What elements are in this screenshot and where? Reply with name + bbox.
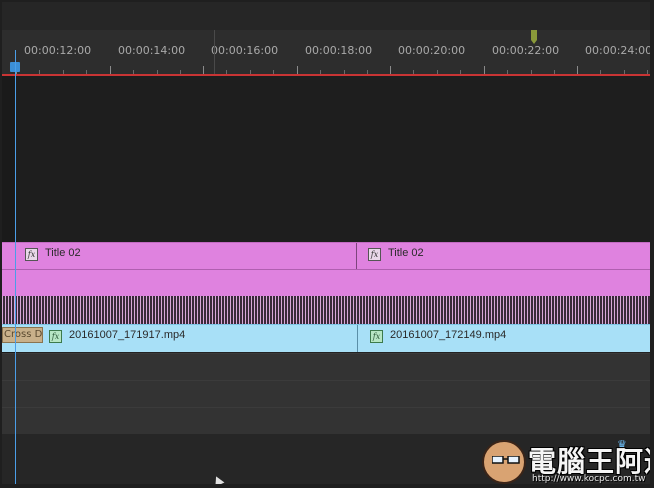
ruler-divider — [214, 30, 215, 76]
clip-edit-point[interactable] — [356, 243, 357, 270]
timecode-label: 00:00:14:00 — [118, 44, 186, 57]
clip-label: 20161007_172149.mp4 — [390, 329, 507, 341]
watermark-url: http://www.kocpc.com.tw — [532, 474, 646, 484]
playhead-line[interactable] — [15, 50, 16, 484]
timecode-label: 00:00:16:00 — [211, 44, 279, 57]
empty-track-area — [2, 76, 650, 242]
timecode-label: 00:00:12:00 — [24, 44, 92, 57]
timecode-label: 00:00:22:00 — [492, 44, 560, 57]
clip-edit-point[interactable] — [357, 325, 358, 352]
title-track[interactable]: fx Title 02 fx Title 02 — [2, 242, 650, 270]
fx-icon[interactable]: fx — [368, 248, 381, 261]
timeline-header-bar — [2, 2, 650, 31]
fx-icon[interactable]: fx — [25, 248, 38, 261]
ruler-tick-major — [390, 66, 391, 74]
ruler-tick-major — [203, 66, 204, 74]
ruler-tick-major — [484, 66, 485, 74]
empty-track[interactable] — [2, 380, 650, 407]
timecode-label: 00:00:18:00 — [305, 44, 373, 57]
fx-icon[interactable]: fx — [370, 330, 383, 343]
audio-waveform-track[interactable] — [2, 296, 650, 324]
ruler-tick-major — [297, 66, 298, 74]
empty-track[interactable] — [2, 407, 650, 434]
fx-icon[interactable]: fx — [49, 330, 62, 343]
empty-track[interactable] — [2, 353, 650, 380]
title-track-lower[interactable] — [2, 269, 650, 297]
transition-clip[interactable]: Cross D — [2, 327, 43, 343]
timecode-label: 00:00:20:00 — [398, 44, 466, 57]
glasses-icon — [492, 456, 520, 464]
timecode-label: 00:00:24:00 — [585, 44, 650, 57]
clip-label: Title 02 — [45, 247, 81, 259]
clip-label: Title 02 — [388, 247, 424, 259]
ruler-tick-major — [577, 66, 578, 74]
timeline-panel: 00:00:12:00 00:00:14:00 00:00:16:00 00:0… — [2, 2, 650, 484]
video-track[interactable]: Cross D fx 20161007_171917.mp4 fx 201610… — [2, 324, 650, 352]
marker-icon[interactable] — [531, 30, 537, 44]
ruler-tick-major — [110, 66, 111, 74]
clip-label: 20161007_171917.mp4 — [69, 329, 186, 341]
watermark-logo: ♛ 電腦王阿達 http://www.kocpc.com.tw — [480, 438, 650, 484]
mascot-face-icon — [482, 440, 526, 484]
time-ruler[interactable]: 00:00:12:00 00:00:14:00 00:00:16:00 00:0… — [2, 30, 650, 76]
